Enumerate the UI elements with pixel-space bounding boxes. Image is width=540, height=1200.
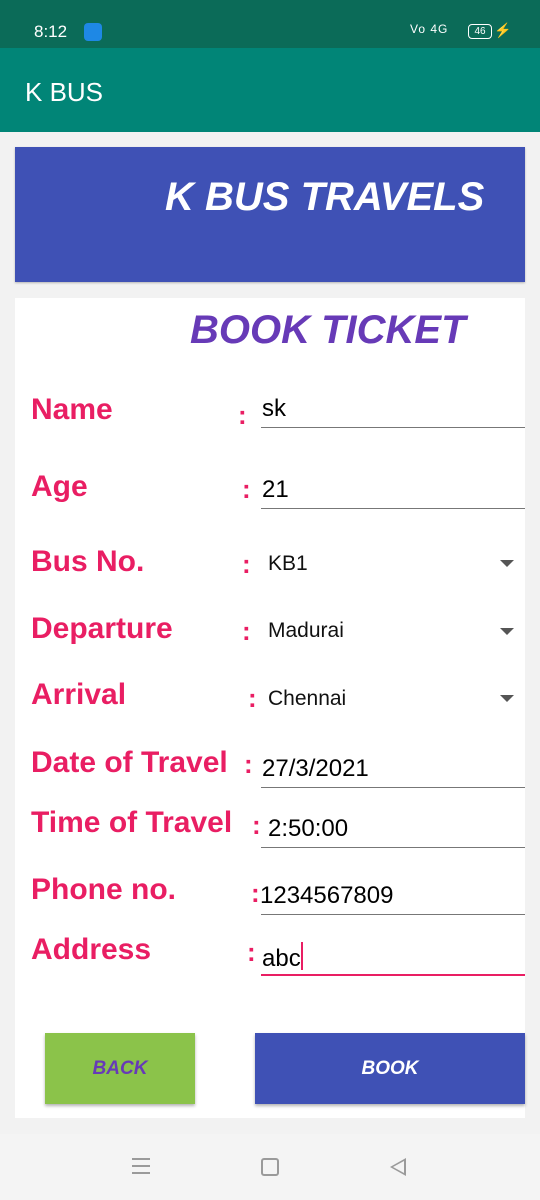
departure-colon: : [242,616,251,646]
banner-title: K BUS TRAVELS [165,175,485,219]
time-colon: : [252,810,261,840]
battery-icon: 46 [468,24,492,39]
arrival-label: Arrival [31,678,127,711]
age-input-underline [261,508,525,509]
address-label: Address [31,933,152,966]
time-input-underline [261,847,525,848]
system-nav-bar [0,1134,540,1200]
status-bar: 8:12 Vo 4G 46 ⚡ [0,0,540,48]
signal-icon: Vo 4G [410,22,449,36]
home-icon[interactable] [261,1158,279,1176]
phone-input-underline [261,914,525,915]
name-colon: : [238,400,247,430]
book-button[interactable]: BOOK [255,1033,525,1104]
address-input[interactable]: abc [262,942,303,973]
time-label: Time of Travel [31,806,233,839]
back-button[interactable]: BACK [45,1033,195,1104]
form-title: BOOK TICKET [190,308,466,352]
arrival-dropdown[interactable]: Chennai [268,687,346,711]
address-input-underline [261,974,525,976]
charging-icon: ⚡ [494,22,512,38]
departure-label: Departure [31,612,173,645]
age-input[interactable]: 21 [262,476,289,504]
arrival-dropdown-arrow-icon[interactable] [500,695,514,702]
name-label: Name [31,393,113,426]
notification-icon [84,23,102,41]
date-colon: : [244,749,253,779]
bus-no-dropdown-arrow-icon[interactable] [500,560,514,567]
recent-apps-icon[interactable] [132,1158,150,1174]
departure-dropdown-arrow-icon[interactable] [500,628,514,635]
address-colon: : [247,937,256,967]
name-input-underline [261,427,525,428]
name-input[interactable]: sk [262,395,286,423]
age-label: Age [31,470,88,503]
age-colon: : [242,474,251,504]
status-time: 8:12 [34,22,68,41]
phone-input[interactable]: 1234567809 [260,882,393,910]
departure-dropdown[interactable]: Madurai [268,619,344,643]
back-icon[interactable] [390,1158,406,1176]
date-input[interactable]: 27/3/2021 [262,755,369,783]
app-bar: K BUS [0,48,540,132]
arrival-colon: : [248,683,257,713]
date-label: Date of Travel [31,746,228,779]
time-input[interactable]: 2:50:00 [268,815,348,843]
bus-no-dropdown[interactable]: KB1 [268,552,308,576]
bus-no-label: Bus No. [31,545,145,578]
phone-colon: : [251,878,260,908]
bus-no-colon: : [242,549,251,579]
address-input-text: abc [262,945,301,972]
text-cursor [300,942,303,970]
phone-label: Phone no. [31,873,176,906]
date-input-underline [261,787,525,788]
app-title: K BUS [25,77,104,107]
banner: K BUS TRAVELS [15,147,525,282]
